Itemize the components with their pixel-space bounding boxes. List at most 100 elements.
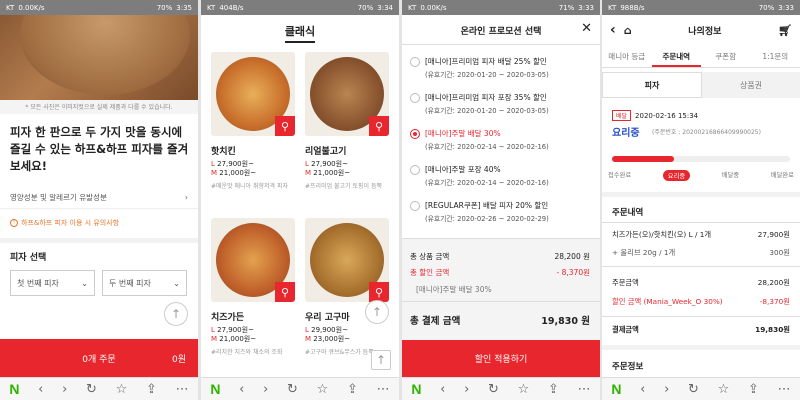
radio-button[interactable] bbox=[410, 92, 420, 103]
promo-option[interactable]: [REGULAR쿠폰] 배달 피자 20% 할인 (유효기간: 2020-02-… bbox=[410, 200, 596, 223]
forward-icon[interactable]: › bbox=[263, 382, 268, 397]
naver-icon[interactable]: N bbox=[210, 381, 220, 397]
pay-row: 총 결제 금액 19,830 원 bbox=[410, 313, 590, 327]
net-speed: 0.00K/s bbox=[420, 3, 447, 12]
promotion-panel: KT 0.00K/s 71% 3:33 온라인 프로모션 선택 ✕ [매니아]프리미… bbox=[402, 0, 600, 400]
back-icon[interactable]: ‹ bbox=[239, 382, 244, 397]
zoom-icon[interactable]: ⚲ bbox=[369, 116, 389, 136]
more-icon[interactable]: ⋯ bbox=[176, 382, 189, 397]
radio-button[interactable] bbox=[410, 200, 420, 211]
nutrition-link[interactable]: 영양성분 및 알레르기 유발성분 › bbox=[10, 192, 188, 203]
battery: 71% bbox=[558, 3, 575, 12]
tab-mania-grade[interactable]: 매니아 등급 bbox=[602, 46, 652, 67]
total-label: 총 상품 금액 bbox=[410, 252, 450, 261]
order-progress bbox=[612, 156, 790, 162]
clock: 3:33 bbox=[578, 3, 594, 12]
total-row: 총 상품 금액 28,200 원 bbox=[410, 251, 590, 262]
notice-link[interactable]: ! 하프&하프 피자 이용 시 유의사항 bbox=[10, 218, 119, 228]
promo-header: 온라인 프로모션 선택 ✕ bbox=[402, 15, 600, 45]
home-icon[interactable]: ⌂ bbox=[624, 24, 632, 37]
zoom-icon[interactable]: ⚲ bbox=[275, 282, 295, 302]
subtab-pizza[interactable]: 피자 bbox=[602, 72, 702, 98]
promo-period: (유효기간: 2020-01-20 ~ 2020-03-05) bbox=[425, 71, 549, 79]
order-status: 요리중 bbox=[612, 128, 640, 139]
subtab-giftcard[interactable]: 상품권 bbox=[702, 72, 800, 98]
scroll-top-button-small[interactable]: ↑ bbox=[371, 350, 391, 370]
topping-item: + 올리브 20g / 1개 bbox=[612, 248, 676, 257]
scroll-top-button[interactable]: ↑ bbox=[164, 302, 188, 326]
zoom-icon[interactable]: ⚲ bbox=[275, 116, 295, 136]
menu-name: 치즈가든 bbox=[211, 313, 245, 323]
back-arrow-icon[interactable]: ‹ bbox=[610, 22, 616, 38]
browser-nav: N ‹ › ↻ ☆ ⇪ ⋯ bbox=[201, 377, 399, 400]
promo-period: (유효기간: 2020-02-14 ~ 2020-02-16) bbox=[425, 143, 549, 151]
apply-discount-button[interactable]: 할인 적용하기 bbox=[402, 340, 600, 377]
arrow-up-icon: ↑ bbox=[371, 305, 383, 319]
pay-value: 19,830 원 bbox=[541, 316, 590, 327]
radio-button-selected[interactable] bbox=[410, 128, 420, 139]
refresh-icon[interactable]: ↻ bbox=[86, 382, 97, 397]
menu-tag: #프리미엄 불고기 토핑이 듬뿍 bbox=[305, 183, 382, 190]
price-l: 27,900원~ bbox=[217, 326, 254, 334]
forward-icon[interactable]: › bbox=[464, 382, 469, 397]
pay-row: 결제금액 19,830원 bbox=[612, 325, 790, 335]
browser-nav: N ‹ › ↻ ☆ ⇪ ⋯ bbox=[0, 377, 198, 400]
star-icon[interactable]: ☆ bbox=[116, 382, 128, 397]
zoom-icon[interactable]: ⚲ bbox=[369, 282, 389, 302]
refresh-icon[interactable]: ↻ bbox=[688, 382, 699, 397]
more-icon[interactable]: ⋯ bbox=[578, 382, 591, 397]
discount-value: - 8,370원 bbox=[556, 268, 590, 277]
chevron-down-icon: ⌄ bbox=[81, 278, 88, 288]
promo-option[interactable]: [매니아]프리미엄 피자 포장 35% 할인 (유효기간: 2020-01-20… bbox=[410, 92, 596, 115]
more-icon[interactable]: ⋯ bbox=[377, 382, 390, 397]
second-pizza-select[interactable]: 두 번째 피자 ⌄ bbox=[102, 270, 187, 296]
refresh-icon[interactable]: ↻ bbox=[488, 382, 499, 397]
cart-icon[interactable]: 🛒︎ bbox=[778, 24, 792, 37]
promo-option-selected[interactable]: [매니아]주말 배달 30% (유효기간: 2020-02-14 ~ 2020-… bbox=[410, 128, 596, 151]
forward-icon[interactable]: › bbox=[62, 382, 67, 397]
tab-coupons[interactable]: 쿠폰함 bbox=[701, 46, 751, 67]
back-icon[interactable]: ‹ bbox=[640, 382, 645, 397]
tab-order-history[interactable]: 주문내역 bbox=[651, 46, 701, 67]
menu-card[interactable]: ⚲ 치즈가든 L 27,900원~ M 21,000원~ #리치한 치즈와 채소의… bbox=[211, 218, 295, 356]
share-icon[interactable]: ⇪ bbox=[146, 382, 157, 397]
close-icon[interactable]: ✕ bbox=[581, 21, 592, 36]
scroll-top-button[interactable]: ↑ bbox=[365, 300, 389, 324]
share-icon[interactable]: ⇪ bbox=[548, 382, 559, 397]
radio-button[interactable] bbox=[410, 164, 420, 175]
pay-label: 결제금액 bbox=[612, 325, 639, 334]
menu-card[interactable]: ⚲ 핫치킨 L 27,900원~ M 21,000원~ #매운맛 매니아 취향저격… bbox=[211, 52, 295, 190]
naver-icon[interactable]: N bbox=[411, 381, 421, 397]
refresh-icon[interactable]: ↻ bbox=[287, 382, 298, 397]
star-icon[interactable]: ☆ bbox=[518, 382, 530, 397]
promo-option[interactable]: [매니아]주말 포장 40% (유효기간: 2020-02-14 ~ 2020-… bbox=[410, 164, 596, 187]
price-l: 27,900원~ bbox=[311, 160, 348, 168]
radio-button[interactable] bbox=[410, 56, 420, 67]
image-disclaimer: * 모든 사진은 이미지컷으로 실제 제품과 다를 수 있습니다. bbox=[0, 100, 198, 114]
order-button[interactable]: 0개 주문 0원 bbox=[0, 339, 198, 377]
half-half-panel: KT 0.00K/s 70% 3:35 * 모든 사진은 이미지컷으로 실제 제품과… bbox=[0, 0, 198, 400]
share-icon[interactable]: ⇪ bbox=[347, 382, 358, 397]
tab-inquiry[interactable]: 1:1문의 bbox=[751, 46, 800, 67]
menu-card[interactable]: ⚲ 리얼불고기 L 27,900원~ M 21,000원~ #프리미엄 불고기 토… bbox=[305, 52, 389, 190]
back-icon[interactable]: ‹ bbox=[38, 382, 43, 397]
more-icon[interactable]: ⋯ bbox=[778, 382, 791, 397]
status-bar: KT 404B/s 70% 3:34 bbox=[201, 0, 399, 15]
forward-icon[interactable]: › bbox=[664, 382, 669, 397]
star-icon[interactable]: ☆ bbox=[718, 382, 730, 397]
menu-tag: #매운맛 매니아 취향저격 피자 bbox=[211, 183, 288, 190]
back-icon[interactable]: ‹ bbox=[440, 382, 445, 397]
carrier: KT bbox=[207, 3, 216, 12]
naver-icon[interactable]: N bbox=[9, 381, 19, 397]
menu-card[interactable]: ⚲ 우리 고구마 L 29,900원~ M 23,000원~ #고구마 큐브&무스… bbox=[305, 218, 389, 356]
classic-menu-panel: KT 404B/s 70% 3:34 클래식 ⚲ 핫치킨 L 27,900원~ M 2… bbox=[201, 0, 399, 400]
discount-label: 할인 금액 (Mania_Week_O 30%) bbox=[612, 297, 723, 306]
first-pizza-select[interactable]: 첫 번째 피자 ⌄ bbox=[10, 270, 95, 296]
promo-option[interactable]: [매니아]프리미엄 피자 배달 25% 할인 (유효기간: 2020-01-20… bbox=[410, 56, 596, 79]
discount-value: -8,370원 bbox=[759, 297, 790, 306]
step-delivering: 배달중 bbox=[721, 172, 740, 179]
star-icon[interactable]: ☆ bbox=[317, 382, 329, 397]
share-icon[interactable]: ⇪ bbox=[748, 382, 759, 397]
price-m: 21,000원~ bbox=[219, 169, 257, 177]
naver-icon[interactable]: N bbox=[611, 381, 621, 397]
